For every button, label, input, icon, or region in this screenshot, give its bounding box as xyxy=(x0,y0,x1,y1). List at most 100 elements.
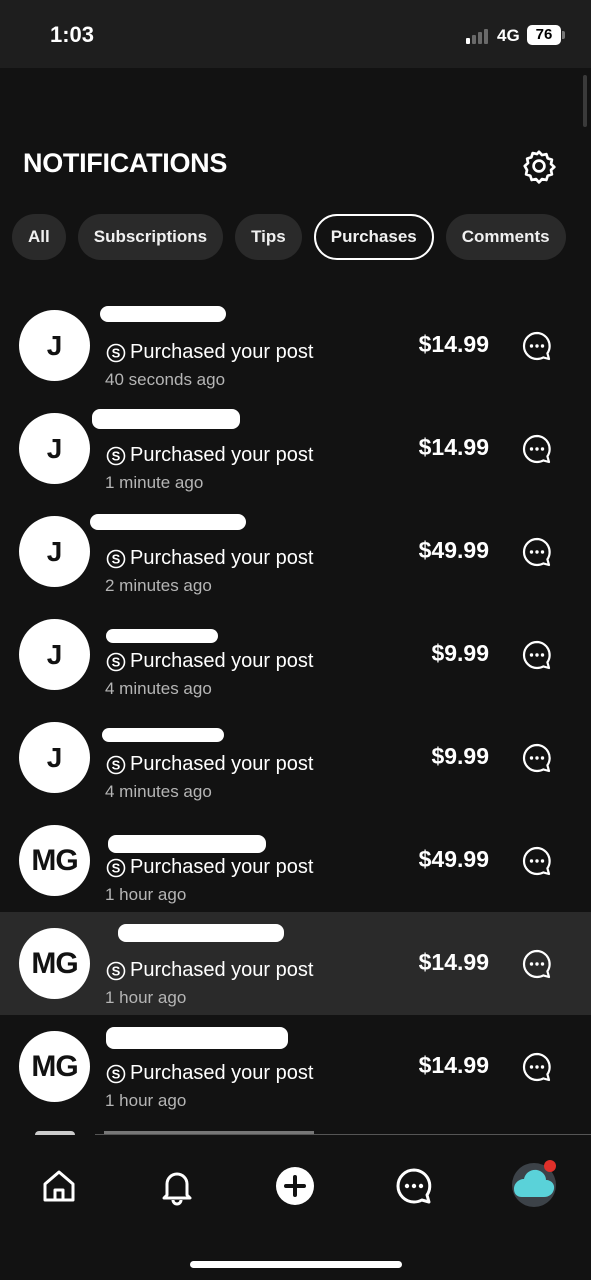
notification-row[interactable]: J S Purchased your post 2 minutes ago $4… xyxy=(0,500,591,603)
avatar[interactable]: J xyxy=(19,516,90,587)
notification-time: 1 minute ago xyxy=(105,473,204,492)
notification-row[interactable]: J S Purchased your post 4 minutes ago $9… xyxy=(0,603,591,706)
chat-bubble-icon[interactable] xyxy=(521,948,553,980)
action-text: Purchased your post xyxy=(130,650,314,672)
purchase-amount: $49.99 xyxy=(418,846,489,872)
notification-time: 1 hour ago xyxy=(105,1091,187,1110)
dollar-circle-icon: S xyxy=(106,1064,126,1083)
avatar[interactable]: MG xyxy=(19,1031,90,1102)
notification-row[interactable]: J S Purchased your post 1 minute ago $14… xyxy=(0,397,591,500)
svg-text:S: S xyxy=(112,345,121,360)
chat-bubble-icon[interactable] xyxy=(521,330,553,362)
notification-row[interactable]: MG S Purchased your post 1 hour ago $49.… xyxy=(0,809,591,912)
svg-text:S: S xyxy=(112,654,121,669)
dollar-circle-icon: S xyxy=(106,446,126,465)
notification-row[interactable]: MG S Purchased your post 1 hour ago $14.… xyxy=(0,1015,591,1118)
notification-action: S Purchased your post xyxy=(106,753,313,776)
battery-icon: 76 xyxy=(527,25,565,45)
chat-bubble-icon[interactable] xyxy=(521,639,553,671)
notification-action: S Purchased your post xyxy=(106,650,313,673)
svg-text:S: S xyxy=(112,1066,121,1081)
notification-action: S Purchased your post xyxy=(106,547,313,570)
chat-bubble-icon[interactable] xyxy=(394,1166,434,1206)
redacted-username xyxy=(118,924,284,942)
chat-bubble-icon[interactable] xyxy=(521,433,553,465)
notification-action: S Purchased your post xyxy=(106,341,313,364)
status-time: 1:03 xyxy=(50,22,95,47)
avatar[interactable]: MG xyxy=(19,928,90,999)
home-icon[interactable] xyxy=(39,1166,79,1206)
purchase-amount: $14.99 xyxy=(418,331,489,357)
redacted-username xyxy=(100,306,226,322)
gear-icon[interactable] xyxy=(521,148,557,184)
chat-bubble-icon[interactable] xyxy=(521,1051,553,1083)
list-divider xyxy=(95,1134,591,1135)
svg-text:S: S xyxy=(112,963,121,978)
purchase-amount: $9.99 xyxy=(431,640,489,666)
avatar[interactable]: MG xyxy=(19,825,90,896)
bottom-nav xyxy=(0,1136,591,1280)
notification-row[interactable]: J S Purchased your post 40 seconds ago $… xyxy=(0,294,591,397)
next-row-avatar-peek xyxy=(35,1131,75,1135)
purchase-amount: $14.99 xyxy=(418,1052,489,1078)
notification-time: 1 hour ago xyxy=(105,988,187,1007)
tab-subscriptions[interactable]: Subscriptions xyxy=(77,214,224,260)
action-text: Purchased your post xyxy=(130,341,314,363)
tab-tips[interactable]: Tips xyxy=(235,214,302,260)
dollar-circle-icon: S xyxy=(106,858,126,877)
notification-time: 4 minutes ago xyxy=(105,679,212,698)
profile-avatar[interactable] xyxy=(510,1159,558,1207)
purchase-amount: $14.99 xyxy=(418,434,489,460)
notification-action: S Purchased your post xyxy=(106,959,313,982)
notification-time: 4 minutes ago xyxy=(105,782,212,801)
dollar-circle-icon: S xyxy=(106,755,126,774)
plus-circle-icon[interactable] xyxy=(275,1166,315,1206)
redacted-username xyxy=(108,835,266,853)
purchase-amount: $9.99 xyxy=(431,743,489,769)
avatar[interactable]: J xyxy=(19,413,90,484)
avatar[interactable]: J xyxy=(19,722,90,793)
redacted-username xyxy=(106,1027,288,1049)
redacted-username xyxy=(90,514,246,530)
chat-bubble-icon[interactable] xyxy=(521,742,553,774)
notification-row[interactable]: J S Purchased your post 4 minutes ago $9… xyxy=(0,706,591,809)
filter-tabs: All Subscriptions Tips Purchases Comment… xyxy=(12,214,566,260)
action-text: Purchased your post xyxy=(130,1062,314,1084)
svg-text:S: S xyxy=(112,448,121,463)
battery-level: 76 xyxy=(527,25,561,45)
purchase-amount: $14.99 xyxy=(418,949,489,975)
signal-icon xyxy=(466,28,488,44)
bell-icon[interactable] xyxy=(157,1166,197,1206)
notification-list: J S Purchased your post 40 seconds ago $… xyxy=(0,294,591,1118)
page-title: NOTIFICATIONS xyxy=(23,148,228,178)
avatar[interactable]: J xyxy=(19,310,90,381)
redacted-username xyxy=(102,728,224,742)
action-text: Purchased your post xyxy=(130,959,314,981)
svg-text:S: S xyxy=(112,757,121,772)
notification-action: S Purchased your post xyxy=(106,1062,313,1085)
notification-action: S Purchased your post xyxy=(106,444,313,467)
notification-row[interactable]: MG S Purchased your post 1 hour ago $14.… xyxy=(0,912,591,1015)
tab-all[interactable]: All xyxy=(12,214,66,260)
dollar-circle-icon: S xyxy=(106,961,126,980)
action-text: Purchased your post xyxy=(130,856,314,878)
action-text: Purchased your post xyxy=(130,547,314,569)
tab-comments[interactable]: Comments xyxy=(445,214,566,260)
scroll-indicator xyxy=(583,75,587,127)
network-type: 4G xyxy=(497,26,520,45)
tab-purchases[interactable]: Purchases xyxy=(313,214,434,260)
notification-time: 2 minutes ago xyxy=(105,576,212,595)
chat-bubble-icon[interactable] xyxy=(521,536,553,568)
redacted-username xyxy=(92,409,240,429)
dollar-circle-icon: S xyxy=(106,549,126,568)
svg-text:S: S xyxy=(112,551,121,566)
svg-text:S: S xyxy=(112,860,121,875)
status-bar: 1:03 4G 76 xyxy=(0,0,591,68)
chat-bubble-icon[interactable] xyxy=(521,845,553,877)
notification-time: 1 hour ago xyxy=(105,885,187,904)
redacted-username xyxy=(106,629,218,643)
avatar[interactable]: J xyxy=(19,619,90,690)
dollar-circle-icon: S xyxy=(106,652,126,671)
dollar-circle-icon: S xyxy=(106,343,126,362)
home-indicator xyxy=(190,1261,402,1268)
